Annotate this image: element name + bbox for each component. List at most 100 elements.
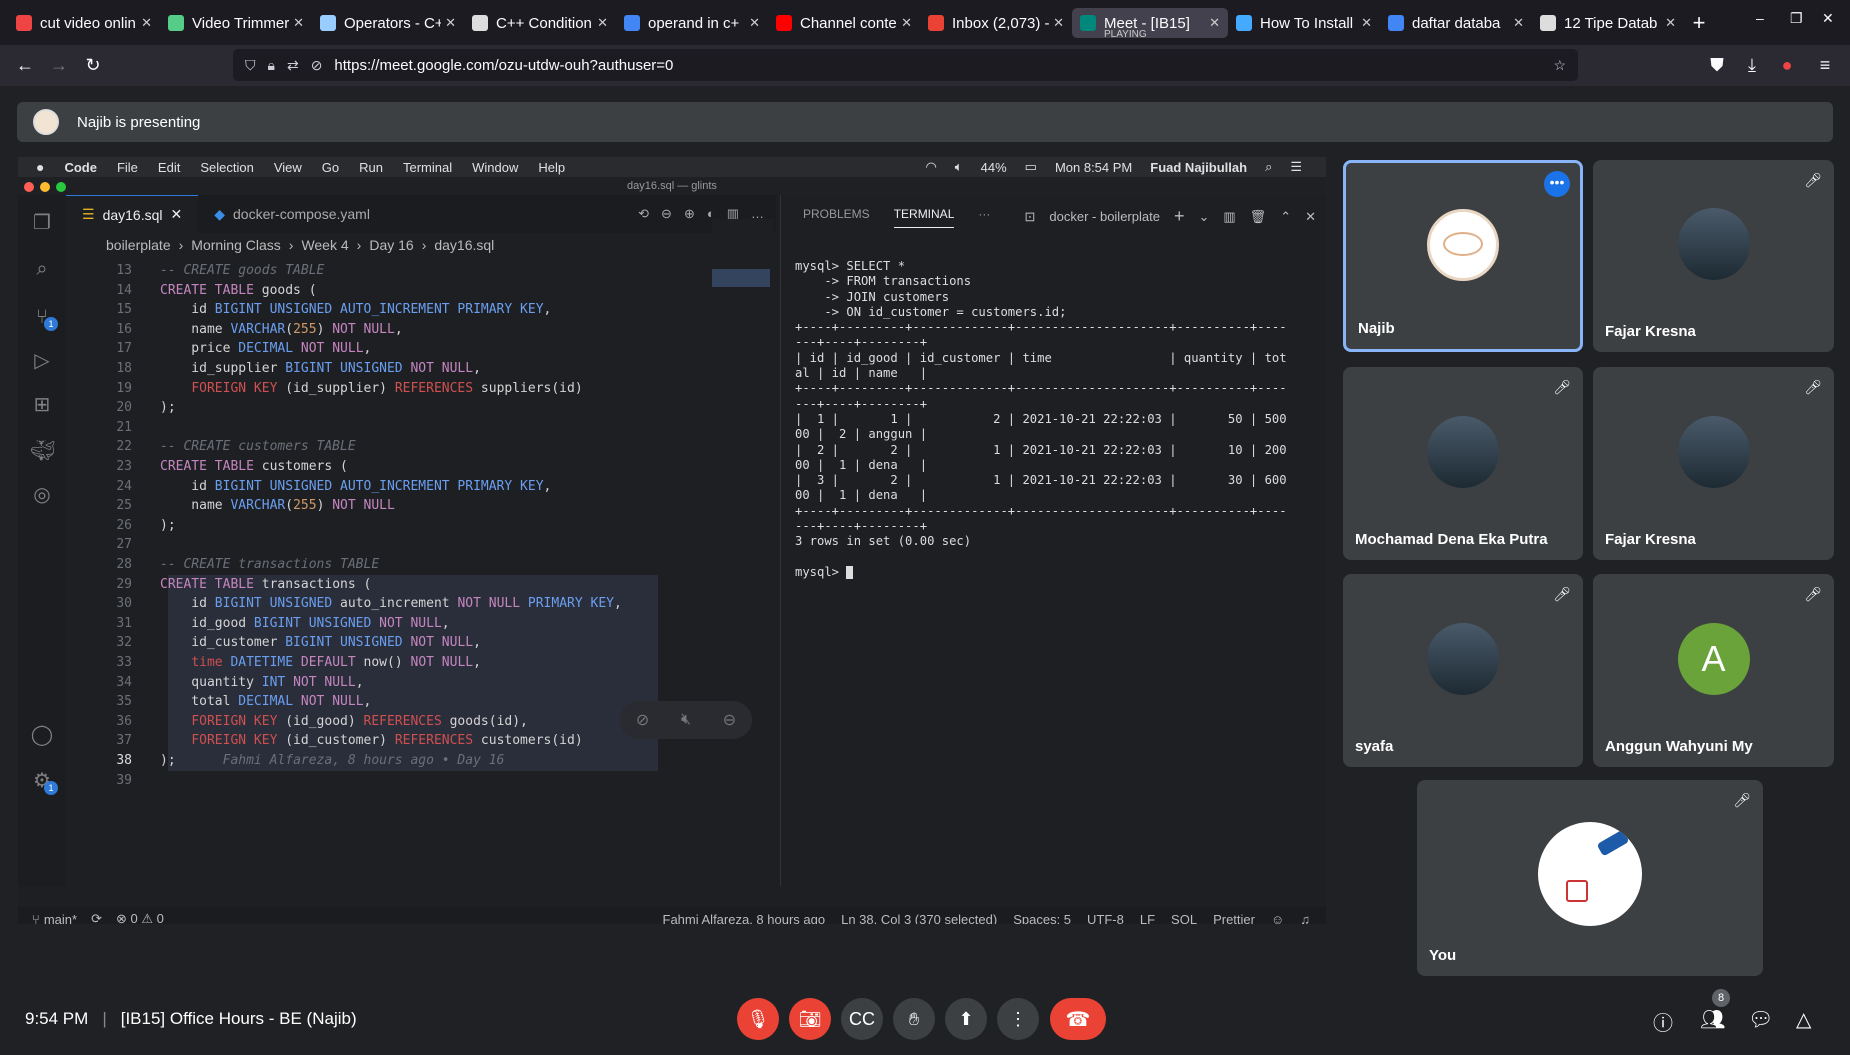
browser-tab[interactable]: Channel conte ✕: [768, 8, 920, 38]
pin-off-icon[interactable]: ⊘: [636, 710, 649, 730]
minimap[interactable]: [712, 219, 774, 329]
mac-menu-item[interactable]: Go: [322, 160, 339, 175]
url-bar[interactable]: ⛉ 🔒︎ ⇄ ⊘ https://meet.google.com/ozu-utd…: [233, 49, 1578, 81]
mac-menu-item[interactable]: Window: [472, 160, 518, 175]
breadcrumb-item[interactable]: Day 16: [369, 237, 413, 253]
close-tab-icon[interactable]: ✕: [1513, 15, 1524, 31]
raise-hand-button[interactable]: ✋︎: [893, 998, 935, 1040]
next-change-icon[interactable]: ⊕: [684, 206, 695, 222]
mac-menu-item[interactable]: File: [117, 160, 138, 175]
mic-off-button[interactable]: 🎙︎: [737, 998, 779, 1040]
feedback-icon[interactable]: ☺: [1271, 912, 1284, 925]
browser-tab[interactable]: Inbox (2,073) - ✕: [920, 8, 1072, 38]
breadcrumb-item[interactable]: Week 4: [301, 237, 348, 253]
mute-speaker-icon[interactable]: 🔇︎: [681, 711, 691, 729]
trash-icon[interactable]: 🗑︎: [1250, 209, 1267, 225]
zoom-dot[interactable]: [56, 182, 66, 192]
captions-button[interactable]: CC: [841, 998, 883, 1040]
line-ending[interactable]: LF: [1140, 912, 1155, 925]
git-branch[interactable]: main*: [44, 912, 77, 925]
blame-status[interactable]: Fahmi Alfareza, 8 hours ago: [663, 912, 826, 925]
close-tab-icon[interactable]: ✕: [749, 15, 760, 31]
mac-menu-item[interactable]: View: [274, 160, 302, 175]
browser-tab[interactable]: 12 Tipe Datab ✕: [1532, 8, 1684, 38]
account-icon[interactable]: ◯: [30, 723, 54, 747]
extension-icon[interactable]: ●: [1770, 49, 1804, 83]
participant-tile[interactable]: 🎤︎ Fajar Kresna: [1593, 367, 1834, 560]
present-button[interactable]: ⬆: [945, 998, 987, 1040]
no-camera-icon[interactable]: ⊘: [311, 57, 323, 74]
browser-tab[interactable]: Meet - [IB15] PLAYING ✕: [1072, 8, 1228, 38]
reload-button[interactable]: ↻: [76, 49, 110, 83]
mac-menu-item[interactable]: Run: [359, 160, 383, 175]
browser-tab[interactable]: Video Trimmer ✕: [160, 8, 312, 38]
tab-problems[interactable]: PROBLEMS: [803, 207, 870, 221]
explorer-icon[interactable]: ❐: [30, 211, 54, 235]
close-tab-icon[interactable]: ✕: [293, 15, 304, 31]
encoding[interactable]: UTF-8: [1087, 912, 1124, 925]
forward-button[interactable]: →: [42, 49, 76, 83]
browser-tab[interactable]: C++ Condition ✕: [464, 8, 616, 38]
chevron-down-icon[interactable]: ⌄: [1198, 209, 1209, 225]
close-tab-icon[interactable]: ✕: [1665, 15, 1676, 31]
split-terminal-icon[interactable]: ▥: [1223, 209, 1235, 225]
sync-icon[interactable]: ⟳: [91, 911, 102, 924]
maximize-panel-icon[interactable]: ⌃: [1280, 209, 1291, 225]
code-editor[interactable]: 13 -- CREATE goods TABLE 14 CREATE TABLE go…: [66, 261, 706, 861]
downloads-icon[interactable]: ⤓: [1735, 49, 1769, 83]
close-tab-icon[interactable]: ✕: [597, 15, 608, 31]
close-panel-icon[interactable]: ✕: [1305, 209, 1316, 225]
docker-icon[interactable]: 🐳︎: [30, 439, 55, 463]
mac-menu-item[interactable]: Help: [538, 160, 565, 175]
end-call-button[interactable]: ☎: [1050, 998, 1106, 1040]
panel-more-icon[interactable]: ···: [978, 207, 990, 221]
participant-tile[interactable]: A 🎤︎ Anggun Wahyuni My: [1593, 574, 1834, 767]
back-button[interactable]: ←: [8, 49, 42, 83]
more-options-icon[interactable]: •••: [1544, 171, 1570, 197]
camera-off-button[interactable]: 📷︎: [789, 998, 831, 1040]
browser-tab[interactable]: cut video onlin ✕: [8, 8, 160, 38]
breadcrumb-item[interactable]: day16.sql: [434, 237, 494, 253]
run-debug-icon[interactable]: ▷: [30, 349, 54, 373]
browser-tab[interactable]: How To Install ✕: [1228, 8, 1380, 38]
prettier-status[interactable]: Prettier: [1213, 912, 1255, 925]
bookmark-star-icon[interactable]: ☆: [1553, 57, 1566, 74]
participant-tile[interactable]: 🎤︎ syafa: [1343, 574, 1583, 767]
close-tab-icon[interactable]: ✕: [445, 15, 456, 31]
breadcrumb-item[interactable]: Morning Class: [191, 237, 280, 253]
pocket-icon[interactable]: ⛊: [1700, 49, 1734, 83]
participant-tile[interactable]: 🎤︎ Mochamad Dena Eka Putra: [1343, 367, 1583, 560]
more-options-button[interactable]: ⋮: [997, 998, 1039, 1040]
info-icon[interactable]: ⓘ: [1653, 1007, 1673, 1036]
problems-count[interactable]: ⊗ 0 ⚠ 0: [116, 911, 164, 924]
bell-icon[interactable]: ♫: [1300, 912, 1310, 925]
new-terminal-icon[interactable]: +: [1174, 206, 1185, 227]
git-compare-icon[interactable]: ⟲: [638, 206, 649, 222]
tab-docker-compose[interactable]: ◆ docker-compose.yaml: [198, 195, 386, 233]
close-tab-icon[interactable]: ✕: [1361, 15, 1372, 31]
tab-day16-sql[interactable]: ☰ day16.sql ✕: [66, 195, 199, 233]
participant-tile[interactable]: 🎤︎ Fajar Kresna: [1593, 160, 1834, 352]
maximize-button[interactable]: ❐: [1790, 10, 1803, 27]
people-icon[interactable]: 👥︎: [1700, 1007, 1725, 1032]
tab-terminal[interactable]: TERMINAL: [893, 201, 955, 228]
mac-menu-item[interactable]: Selection: [200, 160, 253, 175]
participant-tile[interactable]: ••• Najib: [1343, 160, 1583, 352]
new-tab-button[interactable]: +: [1684, 8, 1714, 38]
browser-tab[interactable]: daftar databa ✕: [1380, 8, 1532, 38]
close-tab-icon[interactable]: ✕: [171, 206, 183, 223]
minimize-button[interactable]: –: [1756, 10, 1764, 26]
browser-tab[interactable]: operand in c+ ✕: [616, 8, 768, 38]
terminal-name[interactable]: docker - boilerplate: [1049, 209, 1160, 224]
permissions-icon[interactable]: ⇄: [287, 57, 299, 74]
close-tab-icon[interactable]: ✕: [901, 15, 912, 31]
search-icon[interactable]: ⌕: [30, 257, 54, 281]
mac-menu-item[interactable]: Terminal: [403, 160, 452, 175]
prev-change-icon[interactable]: ⊖: [661, 206, 672, 222]
indent-setting[interactable]: Spaces: 5: [1013, 912, 1071, 925]
terminal-output[interactable]: mysql> SELECT * -> FROM transactions -> …: [795, 259, 1315, 580]
chat-icon[interactable]: 💬︎: [1748, 1007, 1773, 1032]
menu-icon[interactable]: ≡: [1808, 49, 1842, 83]
extensions-icon[interactable]: ⊞: [30, 393, 54, 417]
mac-menu-item[interactable]: Code: [64, 160, 97, 175]
